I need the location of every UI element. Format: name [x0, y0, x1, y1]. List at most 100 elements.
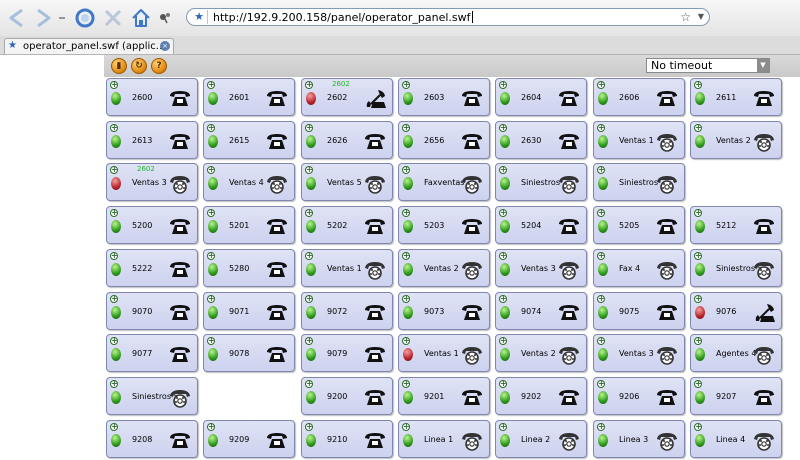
extension-card[interactable]: +9208	[106, 420, 198, 458]
add-icon[interactable]: +	[110, 209, 118, 217]
back-arrow-icon[interactable]	[6, 7, 28, 29]
extension-card[interactable]: + Ventas 2	[398, 249, 490, 287]
add-icon[interactable]: +	[110, 380, 118, 388]
url-input[interactable]: http://192.9.200.158/panel/operator_pane…	[213, 11, 473, 24]
extension-card[interactable]: +9079	[301, 334, 393, 372]
add-icon[interactable]: +	[597, 166, 605, 174]
add-icon[interactable]: +	[597, 380, 605, 388]
add-icon[interactable]: +	[499, 252, 507, 260]
add-icon[interactable]: +	[110, 337, 118, 345]
extension-card[interactable]: + Ventas 2	[690, 121, 782, 159]
add-icon[interactable]: +	[499, 380, 507, 388]
add-icon[interactable]: +	[694, 124, 702, 132]
extension-card[interactable]: +5200	[106, 206, 198, 244]
extension-card[interactable]: +5222	[106, 249, 198, 287]
address-bar[interactable]: ★ http://192.9.200.158/panel/operator_pa…	[186, 8, 710, 26]
extension-card[interactable]: +9207	[690, 377, 782, 415]
add-icon[interactable]: +	[597, 81, 605, 89]
extension-card[interactable]: +9072	[301, 292, 393, 330]
extension-card[interactable]: +2600	[106, 78, 198, 116]
extension-card[interactable]: + Ventas 5	[301, 163, 393, 201]
add-icon[interactable]: +	[694, 295, 702, 303]
add-icon[interactable]: +	[499, 81, 507, 89]
add-icon[interactable]: +	[402, 81, 410, 89]
extension-card[interactable]: +9074	[495, 292, 587, 330]
reload-icon[interactable]	[74, 7, 96, 29]
add-icon[interactable]: +	[110, 252, 118, 260]
tab-operator-panel[interactable]: ★ operator_panel.swf (applic... ×	[4, 38, 174, 54]
forward-arrow-icon[interactable]	[32, 7, 54, 29]
add-icon[interactable]: +	[207, 166, 215, 174]
extension-card[interactable]: +2604	[495, 78, 587, 116]
extension-card[interactable]: +9200	[301, 377, 393, 415]
add-icon[interactable]: +	[207, 124, 215, 132]
extension-card[interactable]: + Ventas 1	[301, 249, 393, 287]
add-icon[interactable]: +	[694, 252, 702, 260]
extension-card[interactable]: +9202	[495, 377, 587, 415]
add-icon[interactable]: +	[207, 337, 215, 345]
extension-card[interactable]: +5280	[203, 249, 295, 287]
add-icon[interactable]: +	[402, 209, 410, 217]
add-icon[interactable]: +	[305, 295, 313, 303]
extension-card[interactable]: +9077	[106, 334, 198, 372]
stop-icon[interactable]	[102, 7, 124, 29]
bookmark-star-icon[interactable]: ☆	[680, 9, 691, 25]
add-icon[interactable]: +	[499, 337, 507, 345]
extension-card[interactable]: + Linea 4	[690, 420, 782, 458]
add-icon[interactable]: +	[207, 423, 215, 431]
extension-icon[interactable]	[158, 7, 172, 29]
add-icon[interactable]: +	[305, 252, 313, 260]
extension-card[interactable]: + Fax 4	[593, 249, 685, 287]
add-icon[interactable]: +	[110, 81, 118, 89]
extension-card[interactable]: +5201	[203, 206, 295, 244]
add-icon[interactable]: +	[110, 124, 118, 132]
extension-card[interactable]: + Linea 1	[398, 420, 490, 458]
extension-card[interactable]: +9075	[593, 292, 685, 330]
extension-card[interactable]: +9076	[690, 292, 782, 330]
extension-card[interactable]: + Siniestros	[495, 163, 587, 201]
add-icon[interactable]: +	[499, 295, 507, 303]
extension-card[interactable]: +2601	[203, 78, 295, 116]
add-icon[interactable]: +	[110, 166, 118, 174]
extension-card[interactable]: +2613	[106, 121, 198, 159]
extension-card[interactable]: +2656	[398, 121, 490, 159]
extension-card[interactable]: +5202	[301, 206, 393, 244]
add-icon[interactable]: +	[110, 295, 118, 303]
add-icon[interactable]: +	[305, 124, 313, 132]
extension-card[interactable]: + Siniestros 5	[106, 377, 198, 415]
extension-card[interactable]: + Linea 3	[593, 420, 685, 458]
add-icon[interactable]: +	[110, 423, 118, 431]
add-icon[interactable]: +	[305, 423, 313, 431]
add-icon[interactable]: +	[402, 423, 410, 431]
extension-card[interactable]: +9071	[203, 292, 295, 330]
extension-card[interactable]: +9078	[203, 334, 295, 372]
add-icon[interactable]: +	[499, 423, 507, 431]
extension-card[interactable]: + Ventas 3 2602	[106, 163, 198, 201]
extension-card[interactable]: +9209	[203, 420, 295, 458]
add-icon[interactable]: +	[597, 337, 605, 345]
extension-card[interactable]: + Siniestros 5	[690, 249, 782, 287]
extension-card[interactable]: +2615	[203, 121, 295, 159]
add-icon[interactable]: +	[402, 337, 410, 345]
extension-card[interactable]: +9201	[398, 377, 490, 415]
add-icon[interactable]: +	[597, 124, 605, 132]
add-icon[interactable]: +	[402, 124, 410, 132]
add-icon[interactable]: +	[597, 252, 605, 260]
extension-card[interactable]: +2626	[301, 121, 393, 159]
add-icon[interactable]: +	[402, 295, 410, 303]
extension-card[interactable]: + Faxventas	[398, 163, 490, 201]
add-icon[interactable]: +	[597, 209, 605, 217]
add-icon[interactable]: +	[499, 209, 507, 217]
extension-card[interactable]: + Ventas 2	[495, 334, 587, 372]
add-icon[interactable]: +	[597, 423, 605, 431]
extension-card[interactable]: +2602 2602	[301, 78, 393, 116]
tab-close-icon[interactable]: ×	[160, 41, 170, 51]
extension-card[interactable]: +9206	[593, 377, 685, 415]
add-icon[interactable]: +	[694, 209, 702, 217]
add-icon[interactable]: +	[305, 337, 313, 345]
add-icon[interactable]: +	[694, 81, 702, 89]
add-icon[interactable]: +	[305, 380, 313, 388]
add-icon[interactable]: +	[207, 81, 215, 89]
url-dropdown-icon[interactable]: ▼	[698, 9, 704, 25]
extension-card[interactable]: +5204	[495, 206, 587, 244]
